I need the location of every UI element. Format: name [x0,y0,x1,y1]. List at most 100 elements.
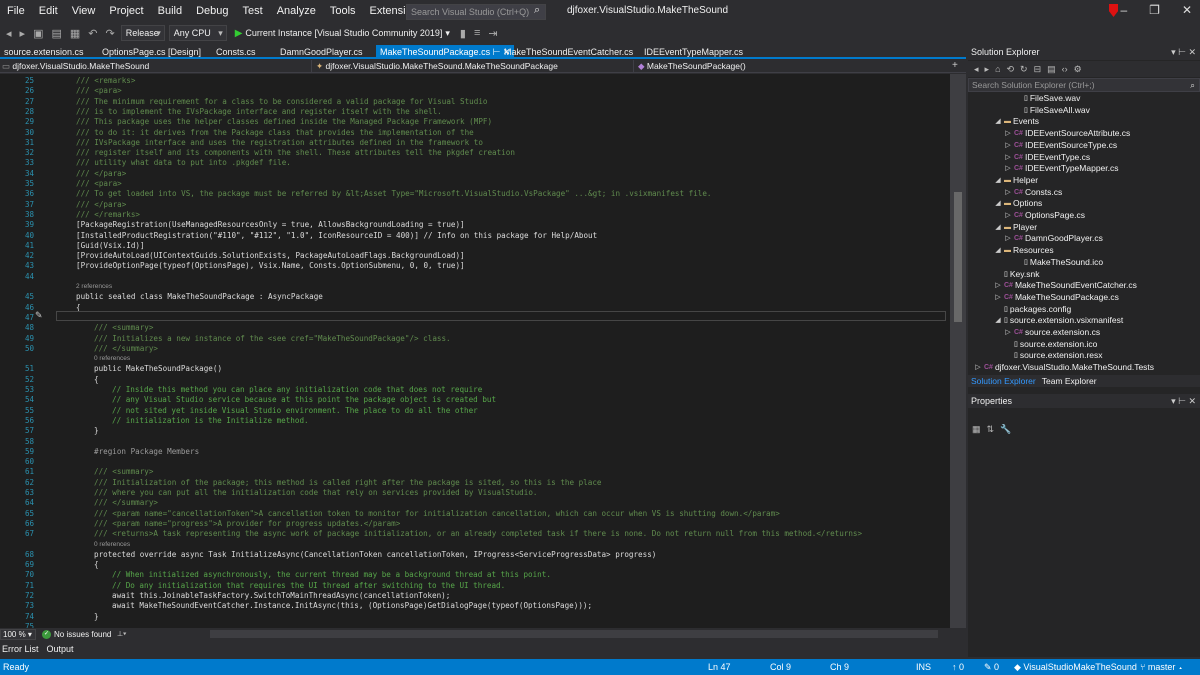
show-all-icon[interactable]: ▤ [1047,61,1056,77]
back-icon[interactable]: ◂ [974,61,979,77]
expanded-icon[interactable]: ◢ [994,175,1002,187]
tab-damngoodplayer-cs[interactable]: DamnGoodPlayer.cs [276,45,367,59]
menu-project[interactable]: Project [102,0,150,22]
tree-item[interactable]: ▯ MakeTheSound.ico [1014,257,1103,269]
tree-item[interactable]: ▯ source.extension.ico [1004,339,1097,351]
home-icon[interactable]: ⌂ [995,61,1000,77]
status-unpushed[interactable]: ↑ 0 [952,659,964,675]
settings-icon[interactable]: ⚙ [1074,61,1082,77]
tree-item[interactable]: ◢ ▬ Player [994,222,1037,234]
tab-error-list[interactable]: Error List [2,641,39,657]
tab-team-explorer[interactable]: Team Explorer [1039,375,1100,387]
code-lens-references[interactable]: 2 references [76,282,112,292]
tree-item[interactable]: ▯ packages.config [994,304,1071,316]
code-lens-references[interactable]: 0 references [94,540,130,550]
collapsed-icon[interactable]: ▷ [1004,210,1012,222]
bookmark-icon[interactable]: ▮ [458,27,468,40]
menu-file[interactable]: File [0,0,32,22]
configuration-select[interactable]: Release ▾ [120,25,165,41]
vertical-scrollbar[interactable] [950,74,966,628]
tree-item[interactable]: ◢ ▬ Helper [994,175,1038,187]
categorized-icon[interactable]: ▦ [972,424,981,438]
collapsed-icon[interactable]: ▷ [1004,233,1012,245]
tree-item[interactable]: ▷ C# source.extension.cs [1004,327,1100,339]
collapsed-icon[interactable]: ▷ [1004,140,1012,152]
sync-icon[interactable]: ⟲ [1007,61,1015,77]
expanded-icon[interactable]: ◢ [994,245,1002,257]
new-item-icon[interactable]: ▣ [31,27,45,40]
run-button[interactable]: ▶ Current Instance [Visual Studio Communi… [231,28,454,39]
type-dropdown[interactable]: ✦ djfoxer.VisualStudio.MakeTheSound.Make… [314,60,634,72]
tree-item[interactable]: ▷ C# MakeTheSoundEventCatcher.cs [994,280,1137,292]
menu-debug[interactable]: Debug [189,0,235,22]
pin-icon[interactable]: ▾ ⊢ ✕ [1171,45,1196,60]
code-editor[interactable]: 25 26 27 28 29 30 31 32 33 34 35 36 37 38 39 40 41 42 43 44… [0,74,966,628]
tab-consts-cs[interactable]: Consts.cs [212,45,260,59]
issues-indicator[interactable]: ✓ No issues found [42,629,111,639]
tree-item[interactable]: ▯ Key.snk [994,269,1039,281]
search-input[interactable]: Search Visual Studio (Ctrl+Q) [406,4,546,20]
tree-item[interactable]: ▷ C# Consts.cs [1004,187,1062,199]
scroll-thumb[interactable] [954,192,962,322]
undo-icon[interactable]: ↶ [86,27,99,40]
forward-icon[interactable]: ▸ [985,61,990,77]
collapsed-icon[interactable]: ▷ [974,362,982,374]
menu-edit[interactable]: Edit [32,0,65,22]
collapsed-icon[interactable]: ▷ [994,280,1002,292]
save-icon[interactable]: ▦ [68,27,82,40]
tree-item[interactable]: ◢ ▬ Events [994,116,1039,128]
zoom-select[interactable]: 100 % ▾ [0,628,36,640]
horizontal-scrollbar[interactable] [210,630,938,638]
code-icon[interactable]: ‹› [1062,61,1068,77]
tab-ideeventtypemapper-cs[interactable]: IDEEventTypeMapper.cs [640,45,747,59]
expanded-icon[interactable]: ◢ [994,116,1002,128]
project-dropdown[interactable]: ▭ djfoxer.VisualStudio.MakeTheSound [0,60,312,72]
solution-search-input[interactable]: Search Solution Explorer (Ctrl+;) ⌕ [968,78,1200,92]
comment-icon[interactable]: ≡ [472,27,482,39]
collapsed-icon[interactable]: ▷ [1004,128,1012,140]
tree-item[interactable]: ◢ ▯ source.extension.vsixmanifest [994,315,1123,327]
search-icon[interactable]: ⌕ [534,4,540,17]
minimize-icon[interactable]: – [1120,3,1127,17]
menu-view[interactable]: View [65,0,103,22]
tree-item[interactable]: ▷ C# DamnGoodPlayer.cs [1004,233,1103,245]
menu-build[interactable]: Build [151,0,189,22]
alphabetical-icon[interactable]: ⇅ [987,424,995,438]
tree-item[interactable]: ▷ C# IDEEventTypeMapper.cs [1004,163,1118,175]
menu-analyze[interactable]: Analyze [270,0,323,22]
tab-output[interactable]: Output [47,641,74,657]
tree-item[interactable]: ▷ C# OptionsPage.cs [1004,210,1085,222]
forward-icon[interactable]: ▸ [18,27,28,40]
git-icon[interactable]: ⟂▾ [117,629,126,639]
tab-makethesoundeventcatcher-cs[interactable]: MakeTheSoundEventCatcher.cs [500,45,637,59]
menu-test[interactable]: Test [236,0,270,22]
wrench-icon[interactable]: 🔧 [1000,424,1011,438]
status-repo[interactable]: ◆ VisualStudioMakeTheSound [1014,659,1137,675]
back-icon[interactable]: ◂ [4,27,14,40]
collapsed-icon[interactable]: ▷ [1004,163,1012,175]
expanded-icon[interactable]: ◢ [994,198,1002,210]
refresh-icon[interactable]: ↻ [1020,61,1028,77]
pin-icon[interactable]: ▾ ⊢ ✕ [1171,394,1196,408]
expanded-icon[interactable]: ◢ [994,315,1002,327]
status-changes[interactable]: ✎ 0 [984,659,999,675]
redo-icon[interactable]: ↷ [104,27,117,40]
tree-item[interactable]: ▯ FileSaveAll.wav [1014,105,1090,117]
tab-solution-explorer[interactable]: Solution Explorer [968,375,1039,387]
code-lens-references[interactable]: 0 references [94,354,130,364]
tree-item[interactable]: ▷ C# djfoxer.VisualStudio.MakeTheSound.Tes… [974,362,1154,374]
close-icon[interactable]: ✕ [1182,3,1192,17]
tree-item[interactable]: ◢ ▬ Options [994,198,1042,210]
platform-select[interactable]: Any CPU ▾ [168,25,227,41]
tree-item[interactable]: ▷ C# IDEEventSourceAttribute.cs [1004,128,1130,140]
tree-item[interactable]: ▷ C# MakeTheSoundPackage.cs [994,292,1119,304]
tab-source-extension-cs[interactable]: source.extension.cs [0,45,88,59]
member-dropdown[interactable]: ◆ MakeTheSoundPackage() [636,60,951,72]
menu-tools[interactable]: Tools [323,0,363,22]
collapse-icon[interactable]: ⊟ [1034,61,1042,77]
split-icon[interactable]: + [952,60,958,71]
open-icon[interactable]: ▤ [49,27,63,40]
collapsed-icon[interactable]: ▷ [1004,187,1012,199]
collapsed-icon[interactable]: ▷ [1004,327,1012,339]
restore-icon[interactable]: ❐ [1149,3,1160,17]
